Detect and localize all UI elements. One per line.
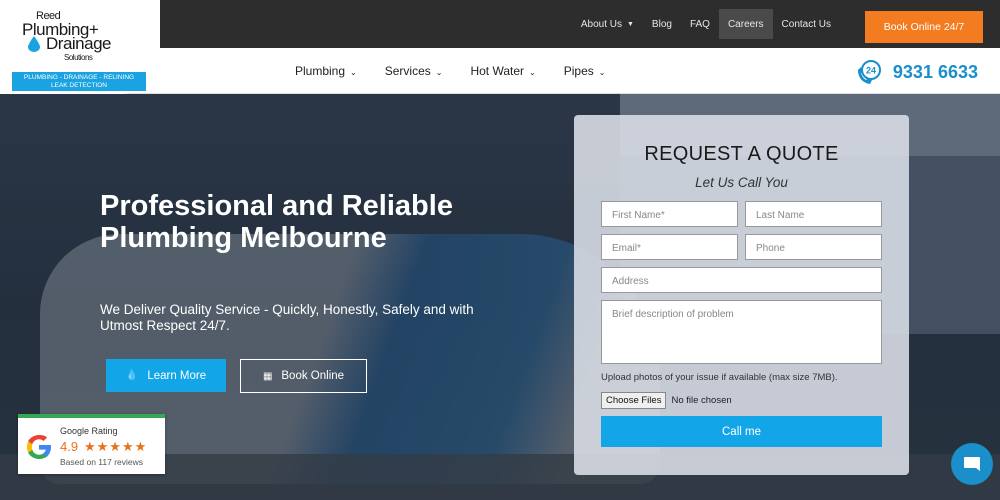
water-drop-icon: 💧 xyxy=(125,370,139,381)
first-name-field[interactable]: First Name* xyxy=(601,201,738,227)
topnav-faq-label: FAQ xyxy=(689,18,710,30)
main-nav-links: Plumbing ⌄ Services ⌄ Hot Water ⌄ Pipes ⌄ xyxy=(295,48,633,94)
file-upload: Choose Files No file chosen xyxy=(601,392,732,409)
chat-bubble-icon xyxy=(964,457,980,471)
nav-plumbing-label: Plumbing xyxy=(295,64,346,78)
chevron-down-icon: ⌄ xyxy=(350,68,357,77)
quote-title: REQUEST A QUOTE xyxy=(644,143,839,165)
topnav-contact-us[interactable]: Contact Us xyxy=(773,9,840,39)
topnav-about-us-label: About Us xyxy=(580,18,622,30)
address-field[interactable]: Address xyxy=(601,267,882,293)
chevron-down-icon: ⌄ xyxy=(598,68,606,77)
phone-24-icon: 24 xyxy=(857,60,881,84)
topnav-about-us[interactable]: About Us ▼ xyxy=(572,9,643,39)
chat-button[interactable] xyxy=(951,443,993,485)
last-name-field[interactable]: Last Name xyxy=(745,201,882,227)
calendar-icon: ▦ xyxy=(262,370,273,382)
topnav-faq[interactable]: FAQ xyxy=(681,9,719,39)
quote-subtitle: Let Us Call You xyxy=(695,175,788,190)
chevron-down-icon: ⌄ xyxy=(529,68,536,77)
call-me-button[interactable]: Call me xyxy=(601,416,882,447)
logo-strip-line1: PLUMBING - DRAINAGE - RELINING xyxy=(23,74,135,81)
nav-services[interactable]: Services ⌄ xyxy=(385,64,443,78)
topnav-careers-label: Careers xyxy=(727,18,764,30)
nav-plumbing[interactable]: Plumbing ⌄ xyxy=(295,64,357,78)
problem-description-field[interactable]: Brief description of problem xyxy=(601,300,882,364)
book-online-button[interactable]: Book Online 24/7 xyxy=(865,11,983,43)
phone-number: 9331 6633 xyxy=(892,61,978,82)
email-field[interactable]: Email* xyxy=(601,234,738,260)
choose-files-button[interactable]: Choose Files xyxy=(601,392,667,409)
logo-line-solutions: Solutions xyxy=(64,53,93,62)
file-status: No file chosen xyxy=(671,395,732,406)
google-rating-label: Google Rating xyxy=(60,426,118,436)
topnav-blog-label: Blog xyxy=(651,18,672,30)
learn-more-label: Learn More xyxy=(147,369,207,382)
phone-badge-text: 24 xyxy=(866,66,876,76)
upload-note: Upload photos of your issue if available… xyxy=(601,372,838,383)
hero-title: Professional and Reliable Plumbing Melbo… xyxy=(100,190,453,254)
nav-hot-water[interactable]: Hot Water ⌄ xyxy=(470,64,535,78)
google-logo-icon xyxy=(27,435,51,459)
quote-form: REQUEST A QUOTE Let Us Call You First Na… xyxy=(574,115,909,475)
hero-section: Professional and Reliable Plumbing Melbo… xyxy=(0,94,1000,500)
topnav-contact-us-label: Contact Us xyxy=(781,18,831,30)
phone-link[interactable]: 24 9331 6633 xyxy=(855,58,978,86)
chevron-down-icon: ⌄ xyxy=(435,68,443,77)
nav-hot-water-label: Hot Water xyxy=(470,64,525,78)
logo-strip-line2: LEAK DETECTION xyxy=(51,82,107,89)
google-review-count: Based on 117 reviews xyxy=(60,457,144,467)
phone-field[interactable]: Phone xyxy=(745,234,882,260)
topnav-blog[interactable]: Blog xyxy=(643,9,681,39)
nav-pipes[interactable]: Pipes ⌄ xyxy=(564,64,606,78)
hero-book-online-button[interactable]: ▦ Book Online xyxy=(240,359,367,393)
chevron-down-icon: ▼ xyxy=(626,20,634,28)
water-drop-icon xyxy=(28,36,40,52)
learn-more-button[interactable]: 💧 Learn More xyxy=(106,359,226,392)
nav-services-label: Services xyxy=(384,64,431,78)
google-rating-badge[interactable]: Google Rating 4.9 ★★★★★ Based on 117 rev… xyxy=(18,414,165,474)
logo-tagline-strip: PLUMBING - DRAINAGE - RELINING LEAK DETE… xyxy=(12,72,146,91)
star-rating-icons: ★★★★★ xyxy=(84,439,148,454)
nav-pipes-label: Pipes xyxy=(563,64,594,78)
hero-book-online-label: Book Online xyxy=(281,370,345,382)
topnav-careers[interactable]: Careers xyxy=(718,9,773,39)
google-rating-score: 4.9 xyxy=(60,439,79,454)
site-logo[interactable]: Reed Plumbing+ Drainage Solutions PLUMBI… xyxy=(0,0,160,94)
top-nav: About Us ▼ Blog FAQ Careers Contact Us xyxy=(572,0,840,48)
hero-tagline: We Deliver Quality Service - Quickly, Ho… xyxy=(100,302,474,333)
